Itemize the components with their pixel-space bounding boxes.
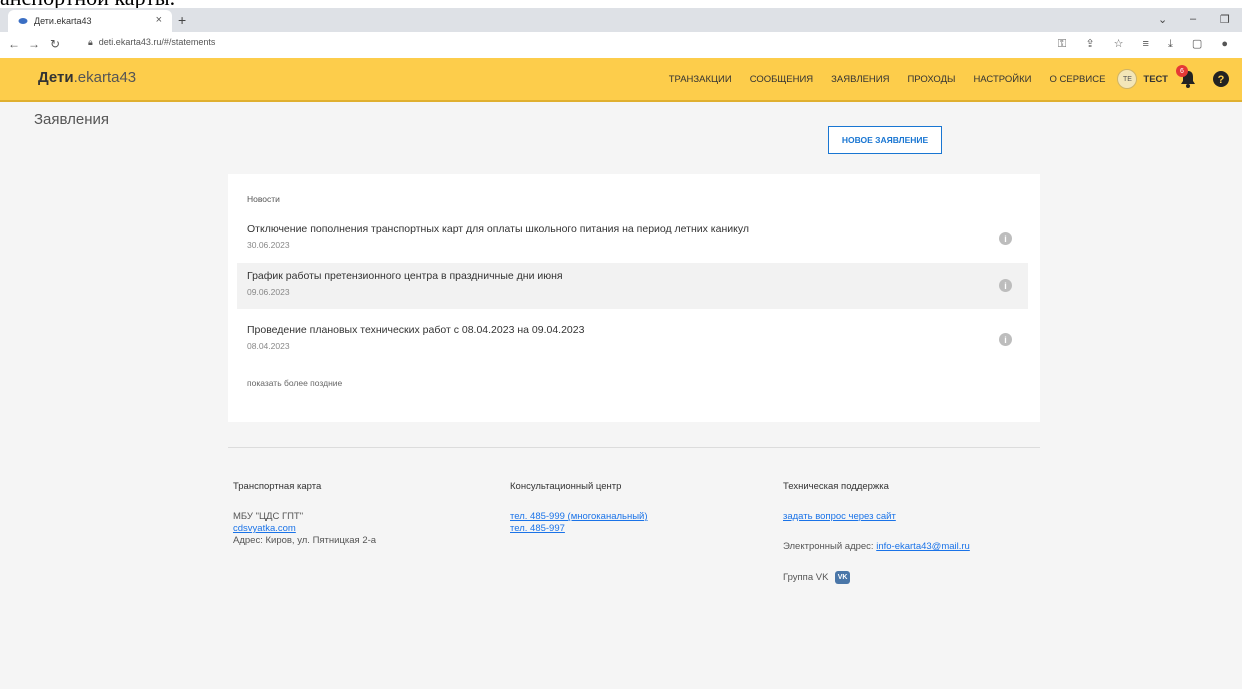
- back-icon[interactable]: ←: [8, 37, 20, 51]
- nav-item-messages[interactable]: СООБЩЕНИЯ: [750, 74, 813, 85]
- news-item[interactable]: Проведение плановых технических работ с …: [237, 317, 1028, 363]
- footer-consult-column: Консультационный центр тел. 485-999 (мно…: [510, 481, 648, 535]
- browser-address-bar: ← → ↻ 🔒︎ deti.ekarta43.ru/#/statements ⚿ …: [0, 32, 1242, 59]
- info-icon[interactable]: i: [999, 232, 1012, 245]
- email-link[interactable]: info-ekarta43@mail.ru: [876, 541, 970, 552]
- page-title: Заявления: [34, 111, 110, 128]
- new-statement-button[interactable]: НОВОЕ ЗАЯВЛЕНИЕ: [828, 126, 942, 154]
- url-field[interactable]: 🔒︎ deti.ekarta43.ru/#/statements: [88, 37, 215, 48]
- tab-search-icon[interactable]: ⌄: [1158, 13, 1167, 26]
- tab-title: Дети.ekarta43: [34, 16, 92, 26]
- nav-item-passes[interactable]: ПРОХОДЫ: [907, 74, 955, 85]
- news-item[interactable]: График работы претензионного центра в пр…: [237, 263, 1028, 309]
- news-heading: Новости: [247, 194, 280, 204]
- info-icon[interactable]: i: [999, 333, 1012, 346]
- news-item-date: 08.04.2023: [247, 341, 290, 351]
- phone-link[interactable]: тел. 485-999 (многоканальный): [510, 511, 648, 522]
- info-icon[interactable]: i: [999, 279, 1012, 292]
- new-tab-button[interactable]: +: [178, 12, 186, 28]
- footer-address: Адрес: Киров, ул. Пятницкая 2-а: [233, 535, 377, 546]
- footer-divider: [228, 447, 1040, 448]
- email-label: Электронный адрес:: [783, 541, 877, 552]
- restore-icon[interactable]: ❐: [1220, 13, 1230, 26]
- phone-link[interactable]: тел. 485-997: [510, 523, 565, 534]
- nav-item-settings[interactable]: НАСТРОЙКИ: [973, 74, 1031, 85]
- vk-label: Группа VK: [783, 572, 829, 584]
- show-later-link[interactable]: показать более поздние: [247, 378, 342, 388]
- news-item-date: 30.06.2023: [247, 240, 290, 250]
- news-card: Новости Отключение пополнения транспортн…: [228, 174, 1040, 422]
- reload-icon[interactable]: ↻: [50, 37, 60, 51]
- news-item[interactable]: Отключение пополнения транспортных карт …: [237, 216, 1028, 262]
- browser-toolbar-icons[interactable]: ⚿ ⇪ ☆ ≡ ⤓ ▢ ●: [1058, 37, 1236, 51]
- nav-item-transactions[interactable]: ТРАНЗАКЦИИ: [669, 74, 732, 85]
- lock-icon: 🔒︎: [88, 37, 93, 47]
- minimize-icon[interactable]: –: [1190, 13, 1196, 25]
- user-name[interactable]: ТЕСТ: [1143, 74, 1168, 85]
- browser-tab-bar: Дети.ekarta43 × + ⌄ – ❐: [0, 8, 1242, 32]
- help-icon[interactable]: ?: [1212, 70, 1230, 88]
- footer-transport-column: Транспортная карта МБУ "ЦДС ГПТ" cdsvyat…: [233, 481, 376, 547]
- news-item-date: 09.06.2023: [247, 287, 290, 297]
- notification-badge: 6: [1176, 65, 1188, 77]
- app-header: Дети.ekarta43 ТРАНЗАКЦИИ СООБЩЕНИЯ ЗАЯВЛ…: [0, 58, 1242, 102]
- footer-site-link[interactable]: cdsvyatka.com: [233, 523, 296, 534]
- nav-item-about[interactable]: О СЕРВИСЕ: [1049, 74, 1105, 85]
- footer-heading: Консультационный центр: [510, 481, 622, 492]
- forward-icon[interactable]: →: [28, 37, 40, 51]
- footer-heading: Транспортная карта: [233, 481, 322, 492]
- footer-support-column: Техническая поддержка задать вопрос чере…: [783, 481, 970, 584]
- avatar[interactable]: TE: [1117, 69, 1138, 89]
- svg-text:?: ?: [1218, 74, 1225, 86]
- brand-bold: Дети: [38, 69, 74, 86]
- vk-icon[interactable]: VK: [835, 571, 851, 584]
- nav-item-statements[interactable]: ЗАЯВЛЕНИЯ: [831, 74, 889, 85]
- tab-close-icon[interactable]: ×: [156, 14, 162, 26]
- main-nav: ТРАНЗАКЦИИ СООБЩЕНИЯ ЗАЯВЛЕНИЯ ПРОХОДЫ Н…: [669, 58, 1242, 100]
- news-item-title: График работы претензионного центра в пр…: [247, 270, 563, 282]
- ask-question-link[interactable]: задать вопрос через сайт: [783, 511, 896, 522]
- brand-logo[interactable]: Дети.ekarta43: [38, 69, 136, 86]
- footer-heading: Техническая поддержка: [783, 481, 889, 492]
- brand-rest: .ekarta43: [73, 69, 137, 86]
- browser-tab[interactable]: Дети.ekarta43 ×: [8, 10, 172, 32]
- footer-org: МБУ "ЦДС ГПТ": [233, 511, 304, 522]
- news-item-title: Отключение пополнения транспортных карт …: [247, 223, 749, 235]
- news-item-title: Проведение плановых технических работ с …: [247, 324, 585, 336]
- url-text: deti.ekarta43.ru/#/statements: [98, 37, 216, 47]
- site-favicon-icon: [18, 18, 28, 24]
- notifications-button[interactable]: 6: [1176, 65, 1196, 89]
